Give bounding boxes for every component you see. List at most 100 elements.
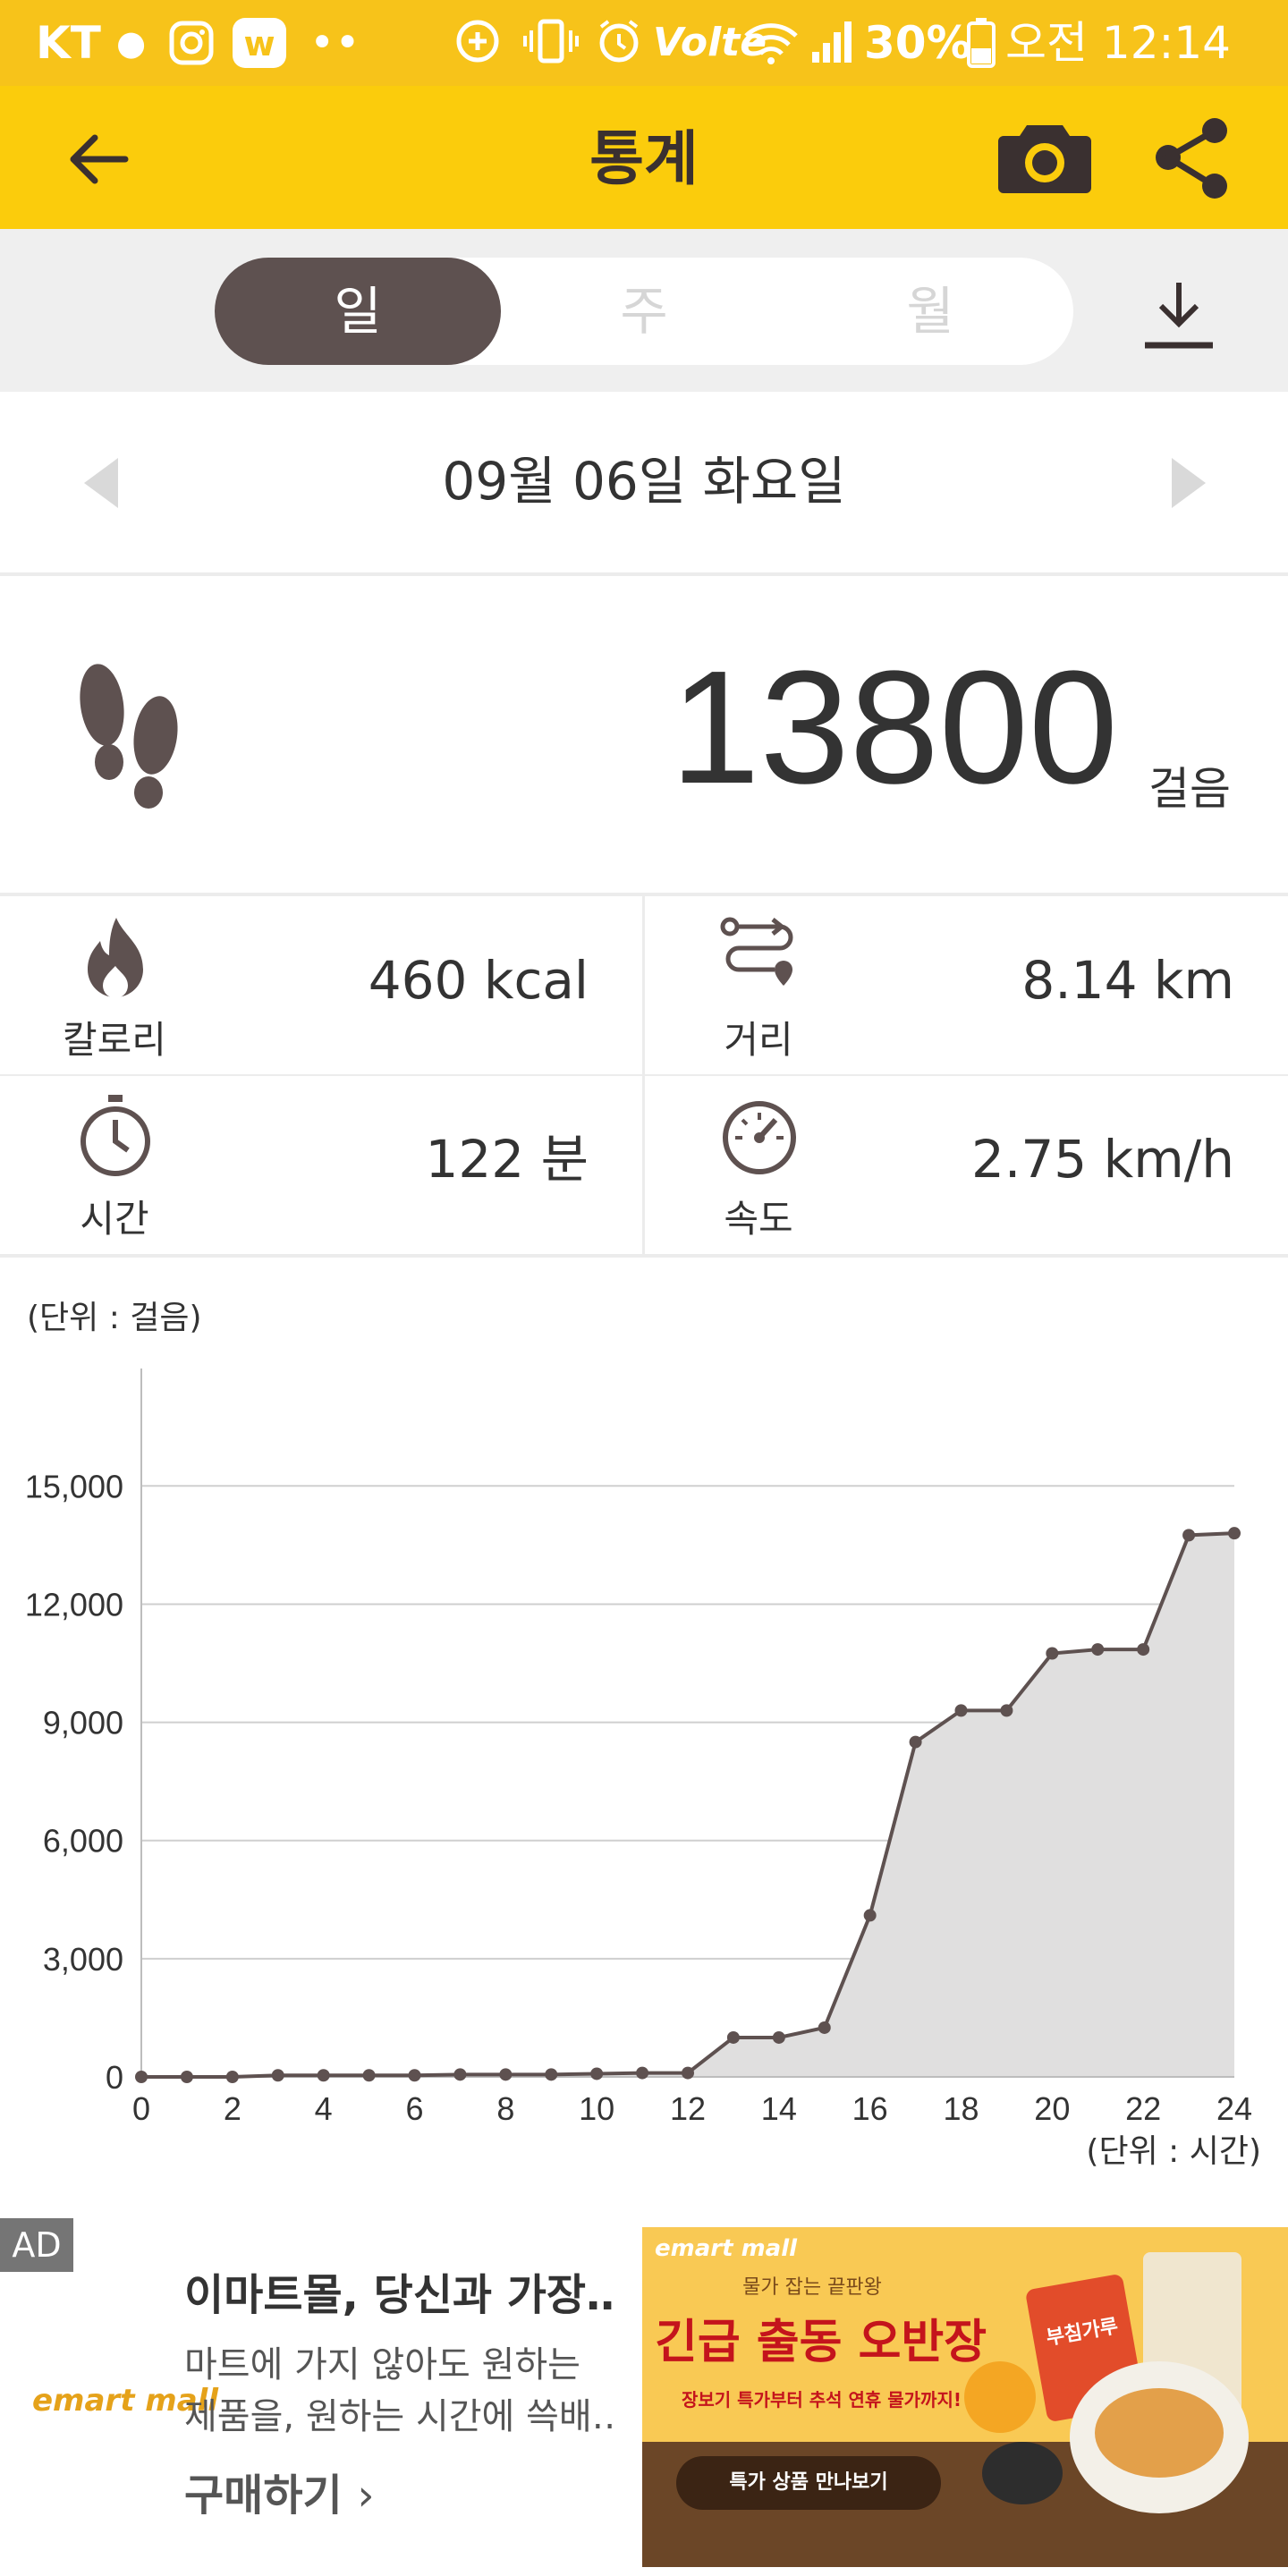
banner-subtitle: 장보기 특가부터 추석 연휴 물가까지! — [682, 2389, 962, 2411]
y-tick-label: 6,000 — [43, 1823, 123, 1860]
ad-image[interactable]: emart mall 물가 잡는 끝판왕 긴급 출동 오반장 장보기 특가부터 … — [642, 2227, 1288, 2567]
pancake — [1095, 2388, 1224, 2478]
x-tick-label: 20 — [1034, 2090, 1070, 2127]
y-tick-label: 15,000 — [25, 1468, 123, 1504]
chart-y-unit: (단위 : 걸음) — [27, 1300, 202, 1336]
ad-cta-button[interactable]: 구매하기 › — [184, 2469, 375, 2522]
steps-count: 13800 — [670, 638, 1118, 818]
data-point — [1046, 1647, 1059, 1660]
x-tick-label: 18 — [943, 2090, 979, 2127]
distance-label: 거리 — [724, 1018, 793, 1062]
data-point — [225, 2071, 239, 2083]
calories-value: 460 kcal — [368, 950, 589, 1011]
food-bowl — [982, 2442, 1063, 2504]
arrow-right-icon — [1172, 458, 1206, 508]
x-tick-label: 2 — [224, 2090, 242, 2127]
banner-title: 긴급 출동 오반장 — [655, 2316, 987, 2369]
product-label: 부침가루 — [1044, 2315, 1121, 2351]
x-tick-label: 0 — [132, 2090, 150, 2127]
ad-badge: AD — [0, 2218, 73, 2272]
data-point — [180, 2071, 193, 2083]
data-point — [1137, 1643, 1150, 1657]
data-point — [909, 1735, 922, 1749]
more-notifications-icon: •• — [309, 18, 360, 68]
mascot — [964, 2361, 1036, 2433]
x-tick-label: 14 — [761, 2090, 797, 2127]
x-tick-label: 10 — [579, 2090, 614, 2127]
data-point — [362, 2069, 376, 2082]
speed-value: 2.75 km/h — [971, 1129, 1234, 1190]
chart-x-unit: (단위 : 시간) — [1086, 2133, 1261, 2170]
battery-percent: 30% — [864, 17, 971, 69]
data-point — [499, 2068, 513, 2081]
calories-label: 칼로리 — [63, 1018, 166, 1062]
data-point — [954, 1704, 968, 1717]
x-tick-label: 12 — [670, 2090, 706, 2127]
data-point — [135, 2071, 148, 2083]
x-tick-label: 22 — [1125, 2090, 1161, 2127]
tab-day[interactable]: 일 — [215, 258, 501, 365]
route-icon — [720, 917, 793, 986]
area-fill — [141, 1533, 1234, 2077]
date-navigator: 09월 06일 화요일 — [0, 392, 1288, 576]
banner-brand: emart mall — [655, 2235, 798, 2262]
data-point — [636, 2066, 649, 2080]
stopwatch-icon — [80, 1095, 150, 1176]
steps-summary: 13800 걸음 — [0, 576, 1288, 896]
download-button[interactable] — [1141, 277, 1216, 352]
stats-grid: 칼로리 460 kcal 거리 8.14 km 시간 122 분 속도 2.75… — [0, 896, 1288, 1258]
y-tick-label: 3,000 — [43, 1941, 123, 1978]
notification-icon: ● — [116, 23, 147, 63]
date-label: 09월 06일 화요일 — [442, 451, 846, 512]
data-point — [1000, 1704, 1013, 1717]
camera-icon — [998, 125, 1091, 193]
food-plate — [1070, 2361, 1249, 2513]
data-point — [863, 1909, 877, 1922]
share-icon — [1156, 118, 1227, 199]
svg-text:w: w — [243, 24, 275, 64]
signal-icon — [809, 16, 859, 70]
carrier-label: KT — [36, 17, 101, 69]
stat-calories: 칼로리 460 kcal — [0, 896, 644, 1073]
data-point — [726, 2030, 740, 2044]
screenshot-button[interactable] — [998, 116, 1091, 197]
data-point — [271, 2069, 284, 2082]
ad-title[interactable]: 이마트몰, 당신과 가장… — [184, 2268, 614, 2322]
data-point — [682, 2066, 694, 2080]
app-w-icon: w — [231, 16, 288, 70]
data-point — [590, 2067, 604, 2080]
clock: 오전 12:14 — [1005, 17, 1231, 69]
x-tick-label: 24 — [1216, 2090, 1252, 2127]
share-button[interactable] — [1150, 116, 1234, 200]
distance-value: 8.14 km — [1021, 950, 1234, 1011]
tab-month[interactable]: 월 — [787, 258, 1073, 365]
status-bar: KT ● w •• Volte 30% 오전 12:14 — [0, 0, 1288, 86]
data-point — [818, 2021, 831, 2034]
footprints-icon — [80, 664, 178, 809]
speed-label: 속도 — [724, 1197, 793, 1241]
alarm-icon — [594, 16, 644, 70]
wifi-icon — [742, 16, 800, 70]
y-tick-label: 12,000 — [25, 1586, 123, 1623]
data-saver-icon — [453, 16, 503, 70]
tab-week[interactable]: 주 — [501, 258, 787, 365]
instagram-icon — [166, 16, 216, 70]
ad-description-line1: 마트에 가지 않아도 원하는 — [184, 2344, 580, 2385]
y-tick-label: 0 — [106, 2059, 123, 2096]
x-tick-label: 4 — [315, 2090, 333, 2127]
data-point — [545, 2068, 558, 2081]
time-label: 시간 — [80, 1197, 149, 1241]
stat-speed: 속도 2.75 km/h — [644, 1075, 1288, 1252]
time-value: 122 분 — [425, 1129, 589, 1190]
vibrate-icon — [522, 16, 580, 70]
data-point — [1182, 1529, 1196, 1542]
steps-unit: 걸음 — [1148, 763, 1231, 815]
banner-headline: 물가 잡는 끝판왕 — [742, 2276, 882, 2299]
next-date-button[interactable] — [1165, 456, 1209, 510]
speedometer-icon — [723, 1101, 796, 1174]
x-tick-label: 16 — [852, 2090, 888, 2127]
app-bar: 통계 — [0, 86, 1288, 229]
data-point — [772, 2030, 785, 2044]
page-title: 통계 — [589, 124, 699, 193]
y-tick-label: 9,000 — [43, 1705, 123, 1741]
